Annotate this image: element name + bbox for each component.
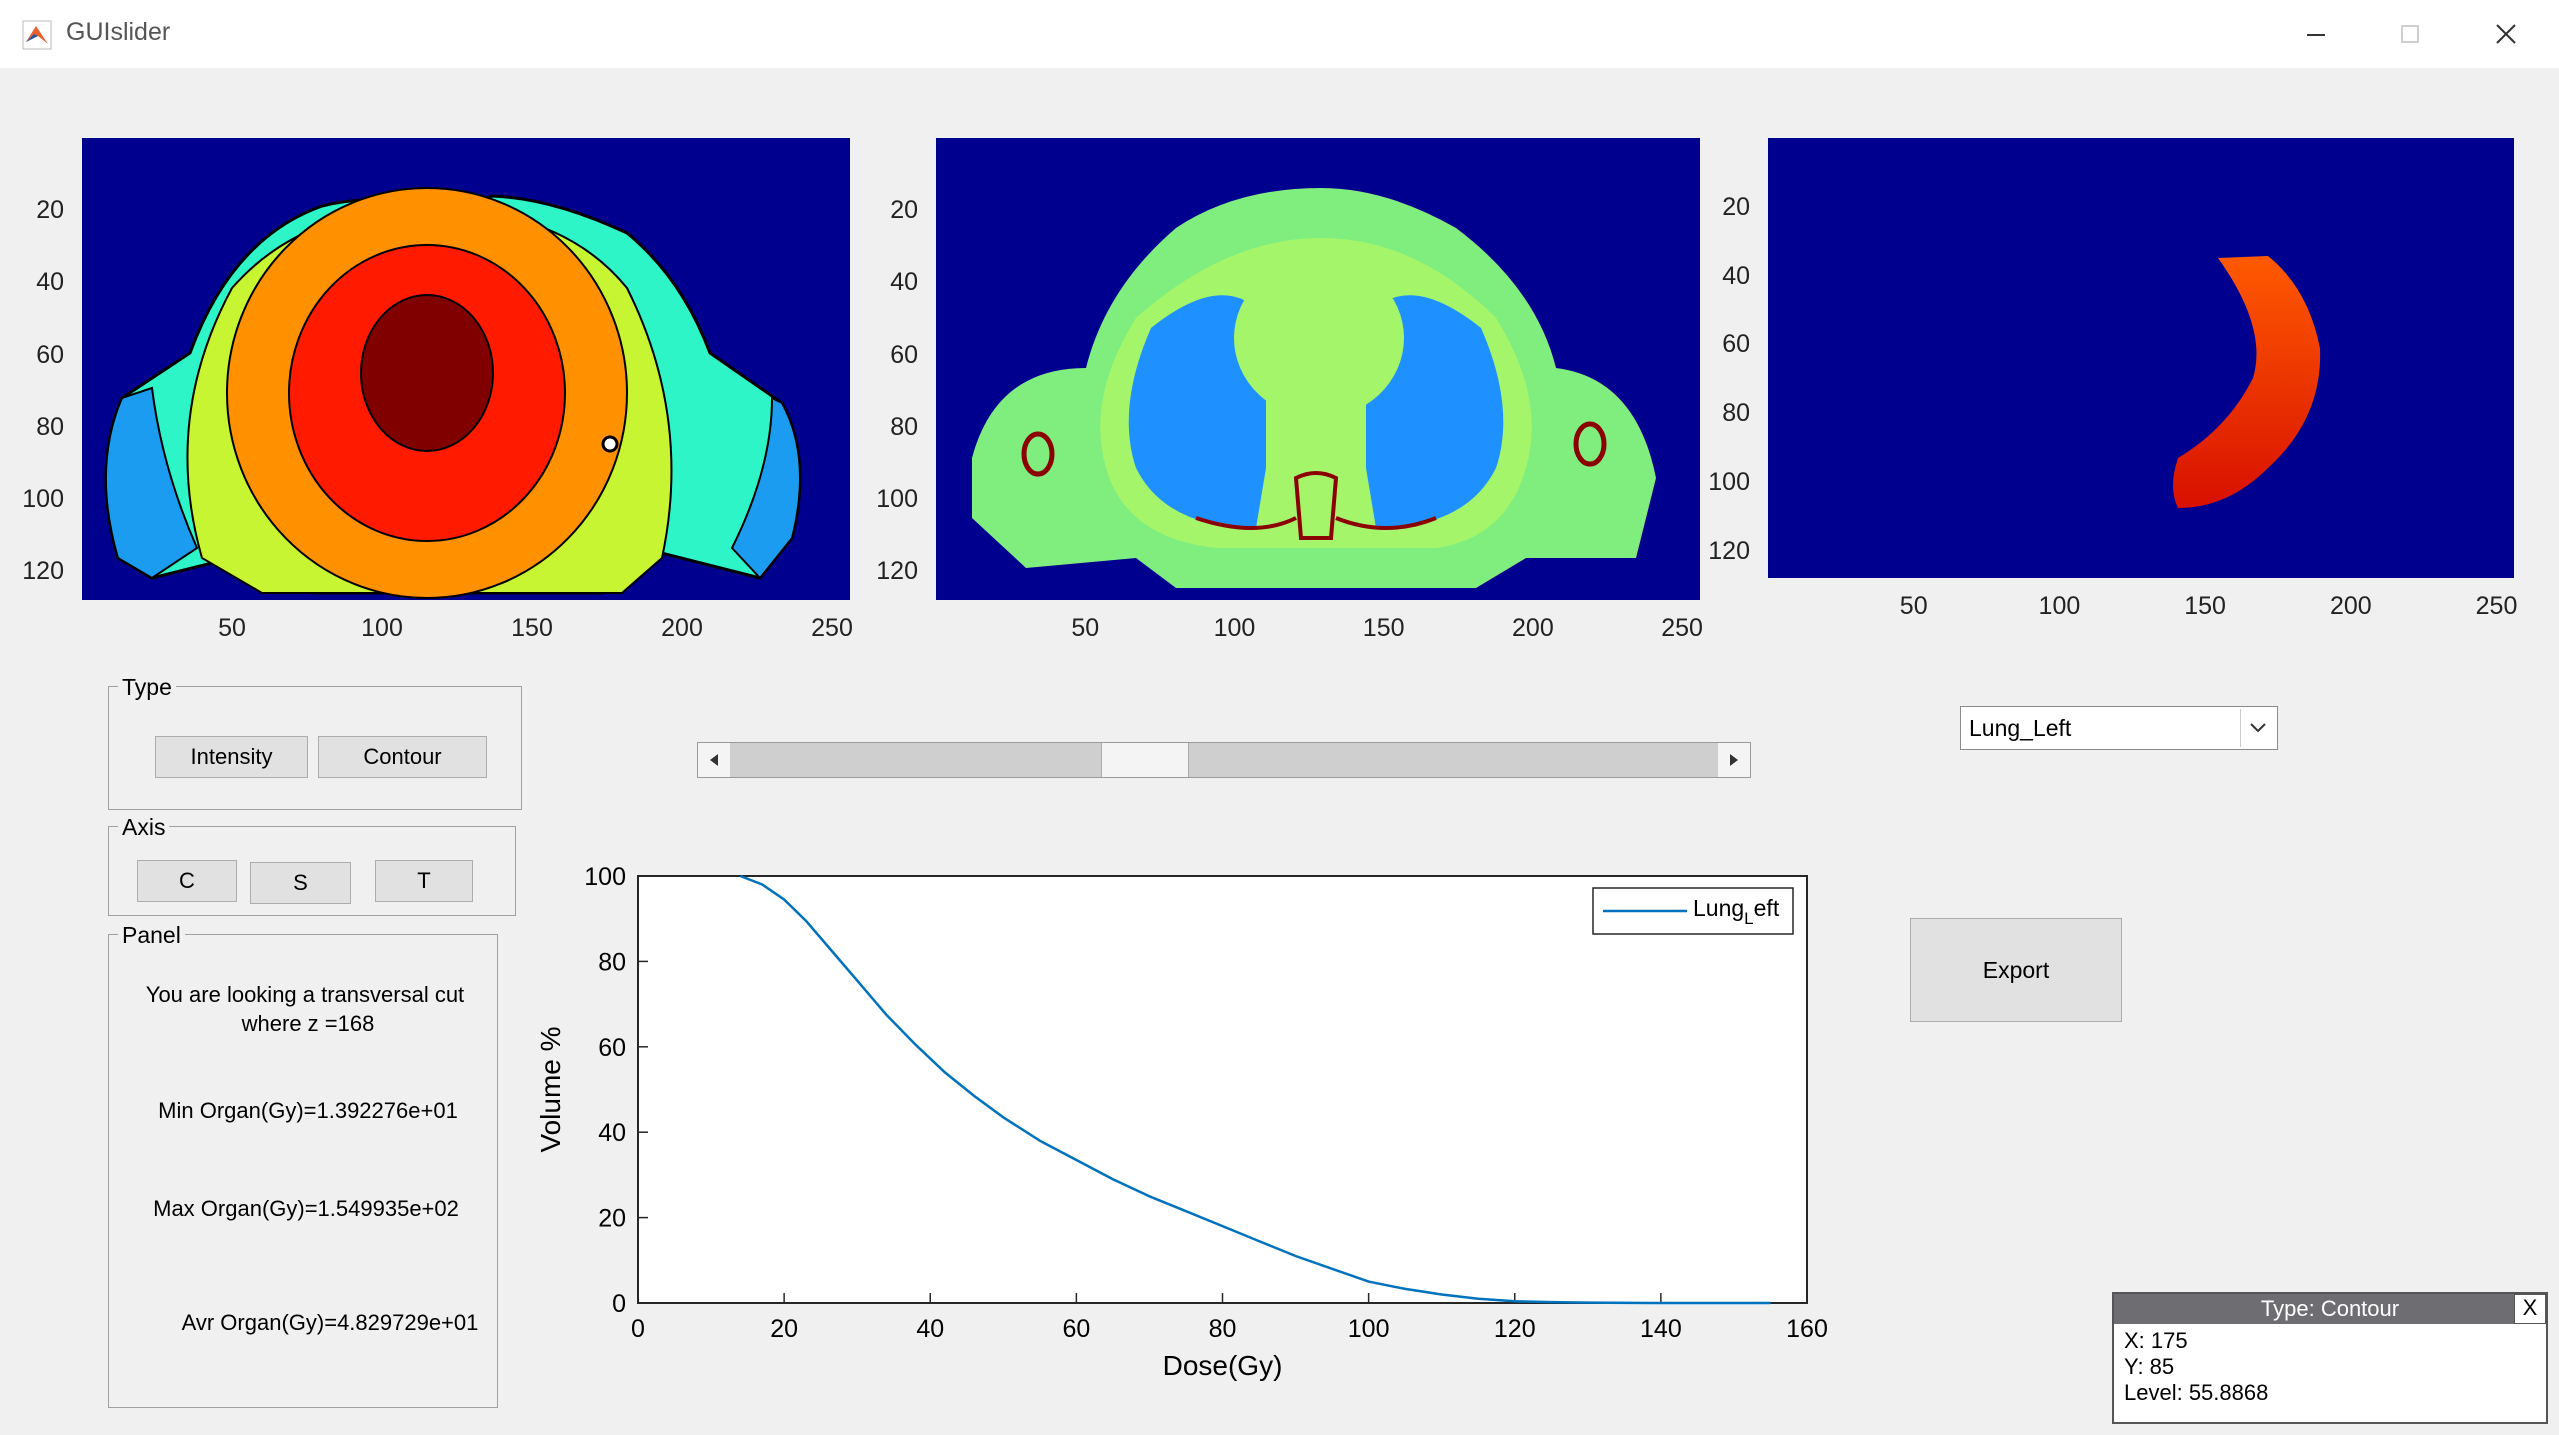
t-axis-button[interactable]: T	[375, 860, 473, 902]
y-axis-label: Volume %	[535, 1026, 566, 1152]
ct-slice-image[interactable]	[936, 138, 1700, 600]
organ-dropdown-value: Lung_Left	[1969, 715, 2072, 741]
slice-slider[interactable]	[697, 742, 1751, 778]
avr-organ-dose: Avr Organ(Gy)=4.829729e+01	[181, 1310, 479, 1335]
minimize-icon	[2307, 34, 2325, 36]
y-tick-label: 80	[36, 412, 64, 441]
maximize-icon	[2401, 25, 2419, 43]
slider-left-arrow[interactable]	[698, 743, 730, 777]
y-tick-label: 100	[876, 484, 918, 513]
close-button[interactable]	[2476, 14, 2536, 54]
y-tick-label: 60	[36, 340, 64, 369]
x-tick-label: 160	[1786, 1315, 1828, 1343]
window-title: GUIslider	[66, 18, 171, 46]
x-tick-label: 150	[511, 614, 553, 642]
x-tick-label: 80	[1209, 1315, 1237, 1343]
cut-description-line1: You are looking a transversal cut	[145, 982, 465, 1007]
title-bar	[0, 0, 2559, 68]
x-tick-label: 100	[2038, 592, 2081, 620]
x-tick-label: 100	[1348, 1315, 1390, 1343]
dose-map-image[interactable]	[82, 138, 850, 600]
y-tick-label: 0	[612, 1290, 626, 1318]
y-tick-label: 80	[890, 412, 918, 441]
dvh-chart[interactable]: 0 20 40 60 80 100 120 140 160 0 20 40 60 80 100 Dose(…	[520, 850, 1900, 1390]
x-tick-label: 250	[1661, 614, 1703, 642]
x-tick-label: 100	[361, 614, 403, 642]
y-tick-label: 40	[890, 268, 918, 297]
x-tick-label: 0	[631, 1315, 645, 1343]
close-icon	[2496, 24, 2516, 44]
min-organ-dose: Min Organ(Gy)=1.392276e+01	[158, 1098, 458, 1123]
y-tick-label: 100	[584, 863, 626, 891]
organ-mask-image[interactable]	[1768, 138, 2514, 578]
plot-area	[637, 875, 1808, 1304]
x-tick-label: 150	[2184, 592, 2226, 620]
s-axis-button[interactable]: S	[250, 862, 351, 904]
datatip-level: Level: 55.8868	[2124, 1380, 2269, 1405]
x-tick-label: 50	[218, 614, 246, 642]
y-tick-label: 60	[598, 1034, 626, 1062]
x-tick-label: 250	[811, 614, 853, 642]
datatip-y: Y: 85	[2124, 1354, 2175, 1379]
x-tick-label: 120	[1494, 1315, 1536, 1343]
maximize-button[interactable]	[2380, 14, 2440, 54]
y-tick-label: 20	[598, 1205, 626, 1233]
c-axis-button[interactable]: C	[137, 860, 237, 902]
x-tick-label: 250	[2475, 592, 2518, 620]
x-tick-label: 40	[916, 1315, 944, 1343]
x-tick-label: 200	[1512, 614, 1554, 642]
export-button[interactable]: Export	[1910, 918, 2122, 1022]
x-axis-label: Dose(Gy)	[1163, 1350, 1283, 1381]
x-tick-label: 20	[770, 1315, 798, 1343]
x-tick-label: 200	[661, 614, 703, 642]
y-tick-label: 60	[890, 340, 918, 369]
y-tick-label: 40	[36, 268, 64, 297]
y-tick-label: 80	[598, 948, 626, 976]
type-group-title: Type	[118, 674, 176, 701]
y-tick-label: 40	[598, 1119, 626, 1147]
cut-description-line2: where z =168	[241, 1011, 375, 1036]
y-tick-label: 80	[1722, 399, 1750, 427]
chevron-down-icon	[2250, 723, 2266, 733]
legend: LungLeft	[1592, 887, 1794, 935]
y-tick-label: 100	[1708, 467, 1750, 496]
datatip-close-button[interactable]: X	[2514, 1294, 2546, 1324]
arrow-left-icon	[710, 754, 718, 766]
x-tick-label: 140	[1640, 1315, 1682, 1343]
slider-thumb[interactable]	[1100, 743, 1189, 777]
minimize-button[interactable]	[2286, 14, 2346, 54]
y-tick-label: 120	[876, 557, 918, 586]
x-tick-label: 50	[1899, 592, 1928, 620]
contour-button[interactable]: Contour	[318, 736, 487, 778]
y-tick-label: 20	[890, 196, 918, 225]
datatip-title: Type: Contour	[2260, 1296, 2400, 1321]
x-tick-label: 50	[1071, 614, 1100, 642]
arrow-right-icon	[1730, 754, 1738, 766]
x-tick-label: 60	[1062, 1315, 1090, 1343]
y-tick-label: 120	[1708, 536, 1750, 565]
y-tick-label: 20	[36, 196, 64, 225]
matlab-logo-icon	[22, 20, 52, 50]
y-tick-label: 100	[22, 484, 64, 513]
organ-dropdown[interactable]: Lung_Left	[1960, 706, 2278, 750]
max-organ-dose: Max Organ(Gy)=1.549935e+02	[153, 1196, 459, 1221]
info-panel-title: Panel	[118, 922, 185, 949]
y-tick-label: 120	[22, 557, 64, 586]
y-tick-label: 20	[1722, 192, 1750, 221]
x-tick-label: 150	[1362, 614, 1405, 642]
slider-right-arrow[interactable]	[1718, 743, 1750, 777]
intensity-button[interactable]: Intensity	[155, 736, 308, 778]
x-tick-label: 200	[2329, 592, 2372, 620]
y-tick-label: 40	[1722, 261, 1750, 290]
dropdown-toggle[interactable]	[2240, 709, 2275, 747]
x-tick-label: 100	[1213, 614, 1256, 642]
y-tick-label: 60	[1722, 330, 1750, 359]
axis-group-title: Axis	[118, 814, 170, 841]
datatip-x: X: 175	[2124, 1328, 2188, 1353]
datatip-window: Type: Contour X X: 175 Y: 85 Level: 55.8…	[2112, 1292, 2548, 1424]
